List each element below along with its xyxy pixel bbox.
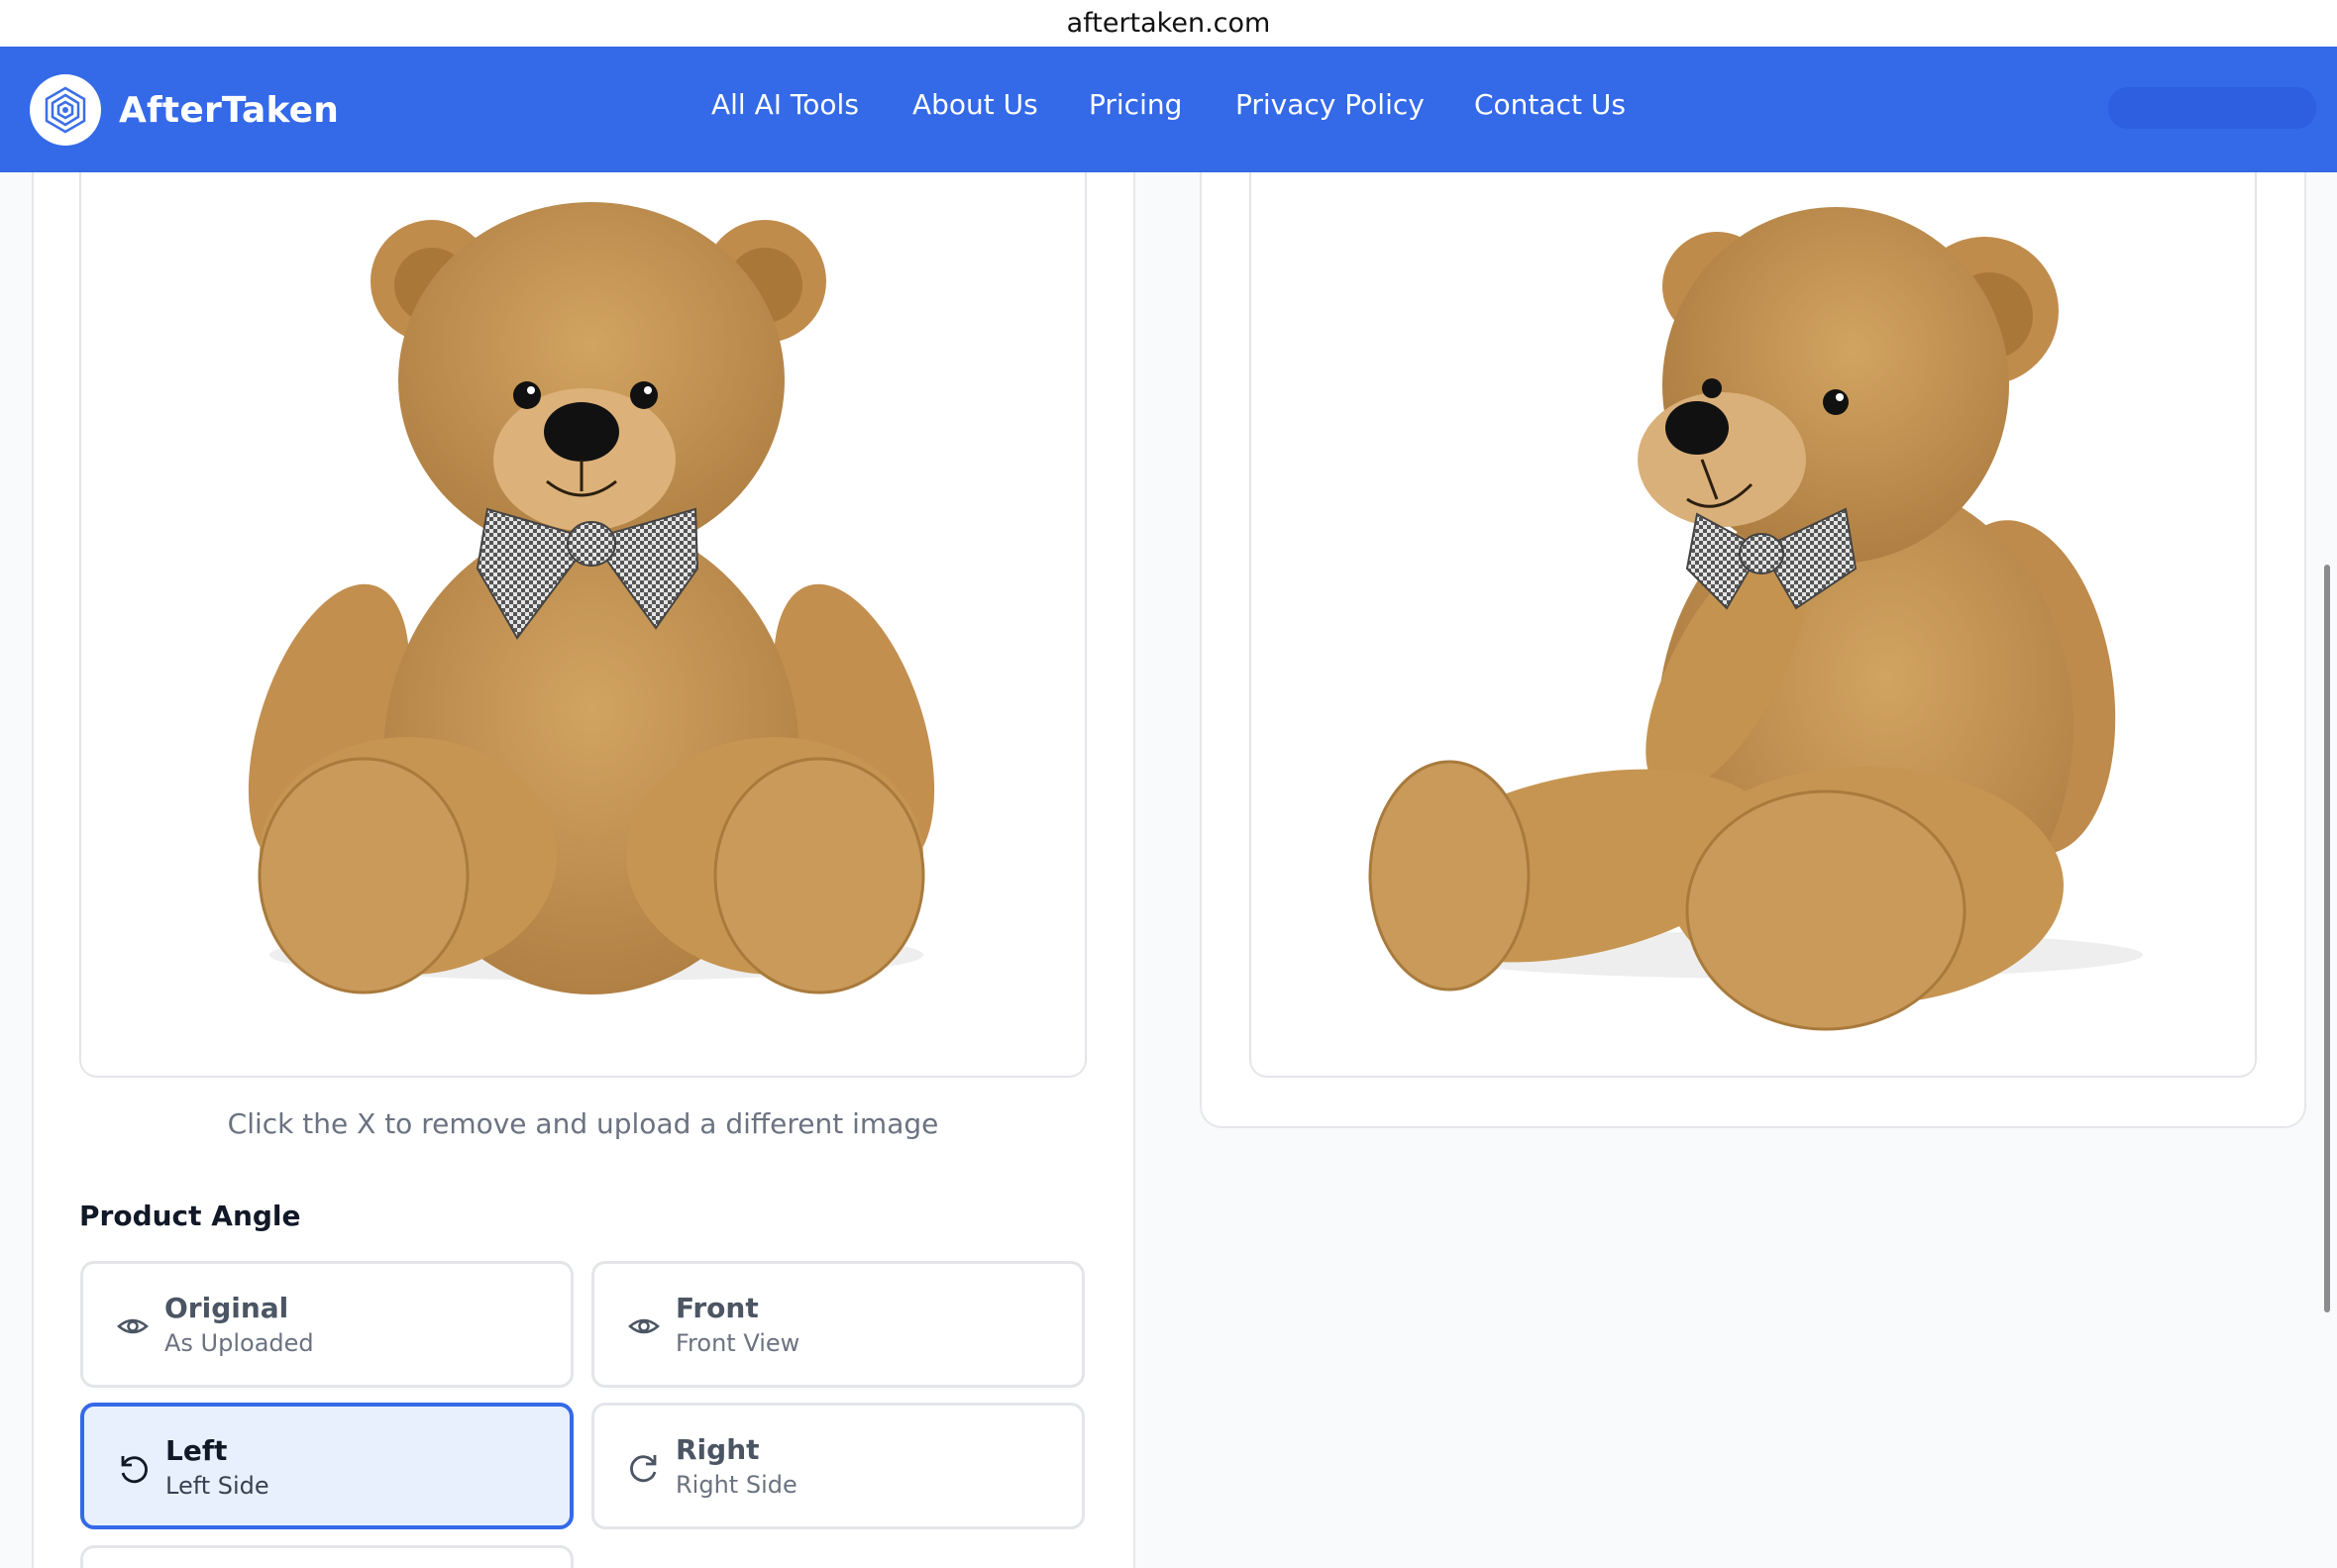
- angle-option-next[interactable]: [80, 1545, 574, 1568]
- top-nav: AfterTaken All AI Tools About Us Pricing…: [0, 47, 2337, 172]
- url-text: aftertaken.com: [1066, 8, 1271, 39]
- angle-option-left[interactable]: Left Left Side: [80, 1403, 574, 1529]
- browser-url-bar[interactable]: aftertaken.com: [0, 0, 2337, 47]
- angle-option-subtitle: Left Side: [165, 1472, 269, 1500]
- angle-option-front[interactable]: Front Front View: [591, 1261, 1085, 1388]
- teddy-bear-left-side-image: [1368, 207, 2143, 1031]
- rotate-right-icon: [630, 1455, 657, 1483]
- nav-privacy-policy[interactable]: Privacy Policy: [1235, 88, 1425, 121]
- brand-name: AfterTaken: [119, 89, 340, 131]
- angle-option-right[interactable]: Right Right Side: [591, 1403, 1085, 1529]
- angle-option-title: Front: [676, 1292, 759, 1324]
- logo-icon: [30, 74, 101, 146]
- rotate-left-icon: [121, 1456, 148, 1484]
- angle-option-title: Right: [676, 1433, 760, 1466]
- angle-option-subtitle: Right Side: [676, 1471, 797, 1499]
- angle-option-title: Original: [164, 1292, 289, 1324]
- original-image-frame: [79, 172, 1087, 1078]
- angle-option-subtitle: Front View: [676, 1329, 800, 1357]
- angle-option-subtitle: As Uploaded: [164, 1329, 314, 1357]
- page-scrollbar[interactable]: [2324, 565, 2330, 1312]
- brand[interactable]: AfterTaken: [30, 74, 339, 146]
- result-image-frame: [1249, 172, 2257, 1078]
- upload-hint: Click the X to remove and upload a diffe…: [227, 1107, 939, 1140]
- eye-icon: [117, 1318, 149, 1334]
- nav-about-us[interactable]: About Us: [912, 88, 1038, 121]
- nav-all-ai-tools[interactable]: All AI Tools: [711, 88, 859, 121]
- angle-option-original[interactable]: Original As Uploaded: [80, 1261, 574, 1388]
- teddy-bear-front-image: [248, 202, 935, 994]
- eye-icon: [628, 1318, 660, 1334]
- nav-contact-us[interactable]: Contact Us: [1474, 88, 1626, 121]
- nav-pricing[interactable]: Pricing: [1089, 88, 1182, 121]
- redacted-account-area[interactable]: [2108, 87, 2316, 129]
- angle-option-title: Left: [165, 1434, 228, 1467]
- product-angle-heading: Product Angle: [79, 1200, 301, 1232]
